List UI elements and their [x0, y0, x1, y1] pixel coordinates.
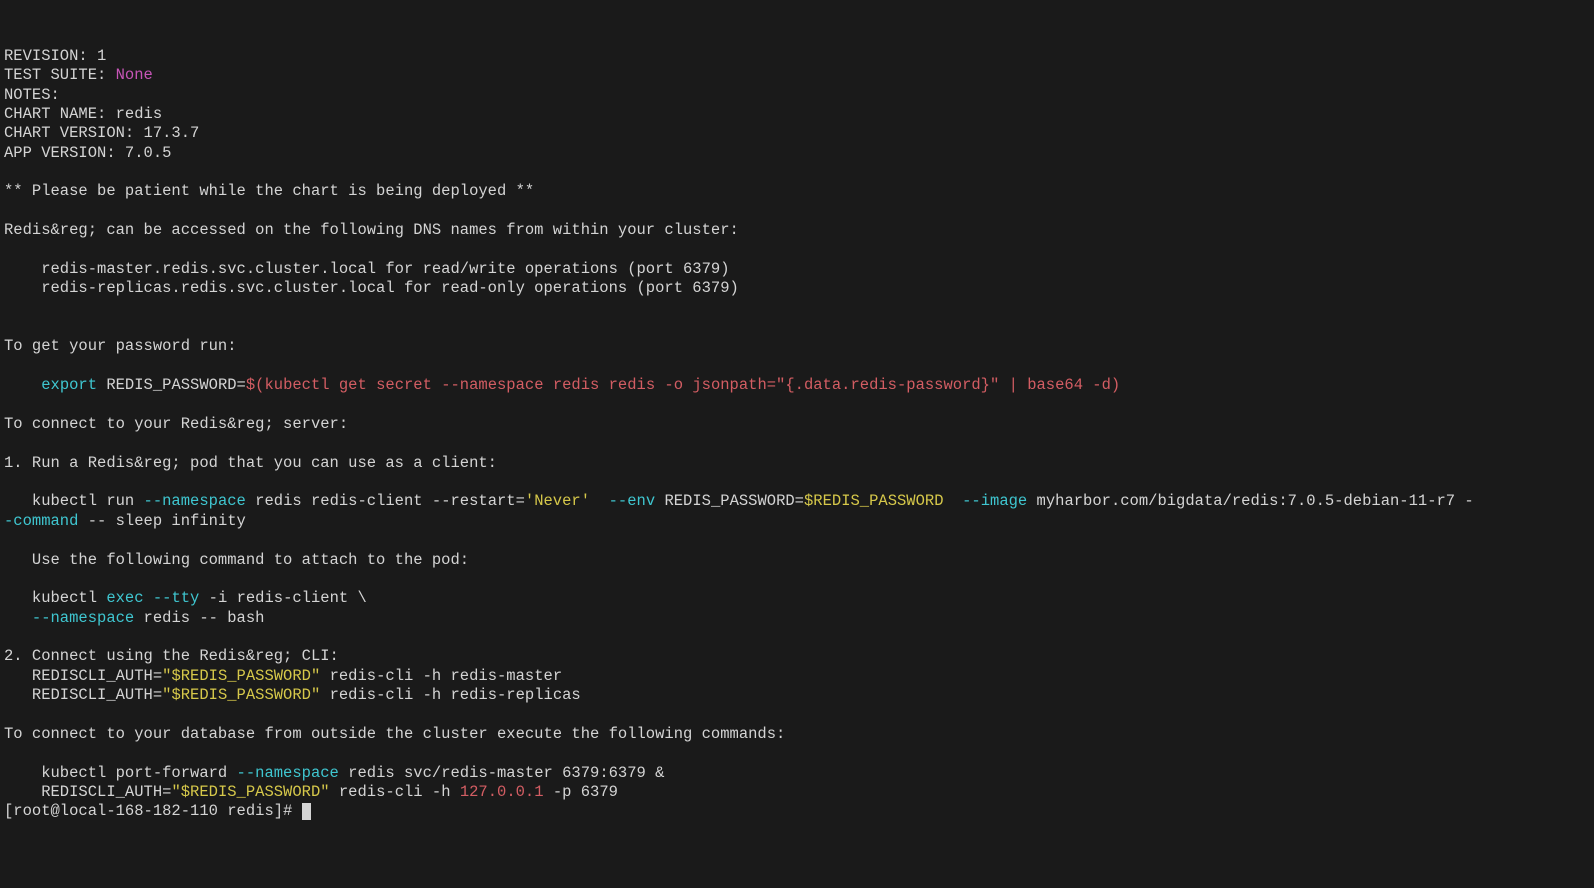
step2-line2-prefix: REDISCLI_AUTH= [4, 686, 162, 704]
access-intro: Redis&reg; can be accessed on the follow… [4, 221, 739, 239]
outside-intro: To connect to your database from outside… [4, 725, 785, 743]
revision-label: REVISION: [4, 47, 97, 65]
connect-intro: To connect to your Redis&reg; server: [4, 415, 348, 433]
step2-line1-rest: redis-cli -h redis-master [320, 667, 562, 685]
attach-tty: --tty [144, 589, 200, 607]
cursor-icon[interactable] [302, 803, 311, 820]
out-line2-ip: 127.0.0.1 [460, 783, 544, 801]
step2-line2-var: "$REDIS_PASSWORD" [162, 686, 320, 704]
deploy-message: ** Please be patient while the chart is … [4, 182, 534, 200]
pf-rest: redis svc/redis-master 6379:6379 & [339, 764, 665, 782]
chart-version-label: CHART VERSION: [4, 124, 144, 142]
out-line2-port: -p 6379 [544, 783, 618, 801]
app-version-label: APP VERSION: [4, 144, 125, 162]
pf-ns-flag: --namespace [237, 764, 339, 782]
step1-after-ns: redis redis-client --restart= [246, 492, 525, 510]
dns-master: redis-master.redis.svc.cluster.local for… [4, 260, 730, 278]
out-line2-prefix: REDISCLI_AUTH= [4, 783, 171, 801]
shell-prompt: [root@local-168-182-110 redis]# [4, 802, 302, 820]
attach-ns-flag: --namespace [32, 609, 134, 627]
attach-intro: Use the following command to attach to t… [4, 551, 469, 569]
attach-exec: exec [106, 589, 143, 607]
step2-line1-prefix: REDISCLI_AUTH= [4, 667, 162, 685]
step1-env-flag: --env [590, 492, 655, 510]
step2-intro: 2. Connect using the Redis&reg; CLI: [4, 647, 339, 665]
test-suite-value: None [116, 66, 153, 84]
revision-value: 1 [97, 47, 106, 65]
test-suite-label: TEST SUITE: [4, 66, 116, 84]
step1-image-flag: --image [944, 492, 1028, 510]
dns-replicas: redis-replicas.redis.svc.cluster.local f… [4, 279, 739, 297]
step1-line2-cmd: -command [4, 512, 78, 530]
export-subshell-open: $( [246, 376, 265, 394]
out-line2-var: "$REDIS_PASSWORD" [171, 783, 329, 801]
attach-rest2: redis -- bash [134, 609, 264, 627]
step1-never: 'Never' [525, 492, 590, 510]
app-version-value: 7.0.5 [125, 144, 172, 162]
step1-line2-after: -- sleep infinity [78, 512, 245, 530]
step2-line1-var: "$REDIS_PASSWORD" [162, 667, 320, 685]
notes-label: NOTES: [4, 86, 60, 104]
step1-cmd-prefix: kubectl run [4, 492, 144, 510]
chart-name-label: CHART NAME: [4, 105, 116, 123]
export-var: REDIS_PASSWORD= [97, 376, 246, 394]
attach-rest1: -i redis-client \ [199, 589, 366, 607]
step1-env-var: REDIS_PASSWORD= [655, 492, 804, 510]
get-password-intro: To get your password run: [4, 337, 237, 355]
attach-cmd1-prefix: kubectl [4, 589, 106, 607]
export-keyword: export [41, 376, 97, 394]
step2-line2-rest: redis-cli -h redis-replicas [320, 686, 580, 704]
chart-name-value: redis [116, 105, 163, 123]
chart-version-value: 17.3.7 [144, 124, 200, 142]
step1-env-val: $REDIS_PASSWORD [804, 492, 944, 510]
terminal-output[interactable]: REVISION: 1 TEST SUITE: None NOTES: CHAR… [4, 47, 1590, 822]
attach-cmd2-prefix [4, 609, 32, 627]
export-subshell-body: kubectl get secret --namespace redis red… [264, 376, 1120, 394]
step1-intro: 1. Run a Redis&reg; pod that you can use… [4, 454, 497, 472]
step1-namespace-flag: --namespace [144, 492, 246, 510]
pf-prefix: kubectl port-forward [4, 764, 237, 782]
out-line2-mid: redis-cli -h [330, 783, 460, 801]
export-prefix [4, 376, 41, 394]
step1-image-val: myharbor.com/bigdata/redis:7.0.5-debian-… [1027, 492, 1473, 510]
